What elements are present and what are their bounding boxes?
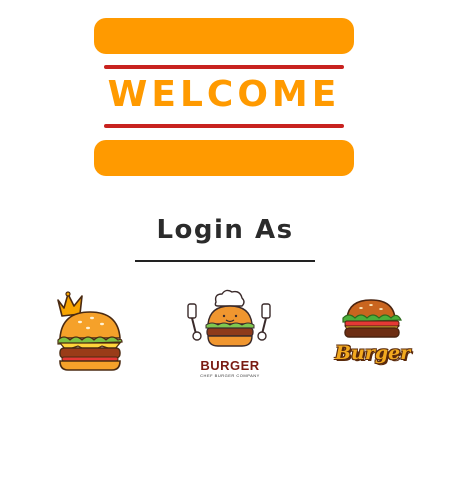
- bottom-accent-bar: [94, 140, 354, 176]
- chef-burger-brand-name: BURGER: [200, 358, 260, 373]
- top-divider-line: [104, 65, 344, 69]
- crowned-burger-icon: [57, 291, 123, 371]
- chef-burger-icon: [187, 289, 271, 347]
- bottom-divider-line: [104, 124, 344, 128]
- burger-script-brand-name: Burger: [335, 342, 411, 364]
- login-option-chef-burger[interactable]: BURGER CHEF BURGER COMPANY: [180, 288, 280, 378]
- login-option-burger-script[interactable]: Burger: [325, 288, 417, 378]
- burger-script-logo-icon: [342, 299, 402, 338]
- login-option-crown-burger[interactable]: [52, 288, 132, 378]
- top-accent-bar: [94, 18, 354, 54]
- welcome-title: WELCOME: [107, 74, 341, 115]
- login-underline: [135, 260, 315, 262]
- login-as-heading: Login As: [156, 215, 294, 245]
- chef-burger-tagline: CHEF BURGER COMPANY: [200, 373, 260, 378]
